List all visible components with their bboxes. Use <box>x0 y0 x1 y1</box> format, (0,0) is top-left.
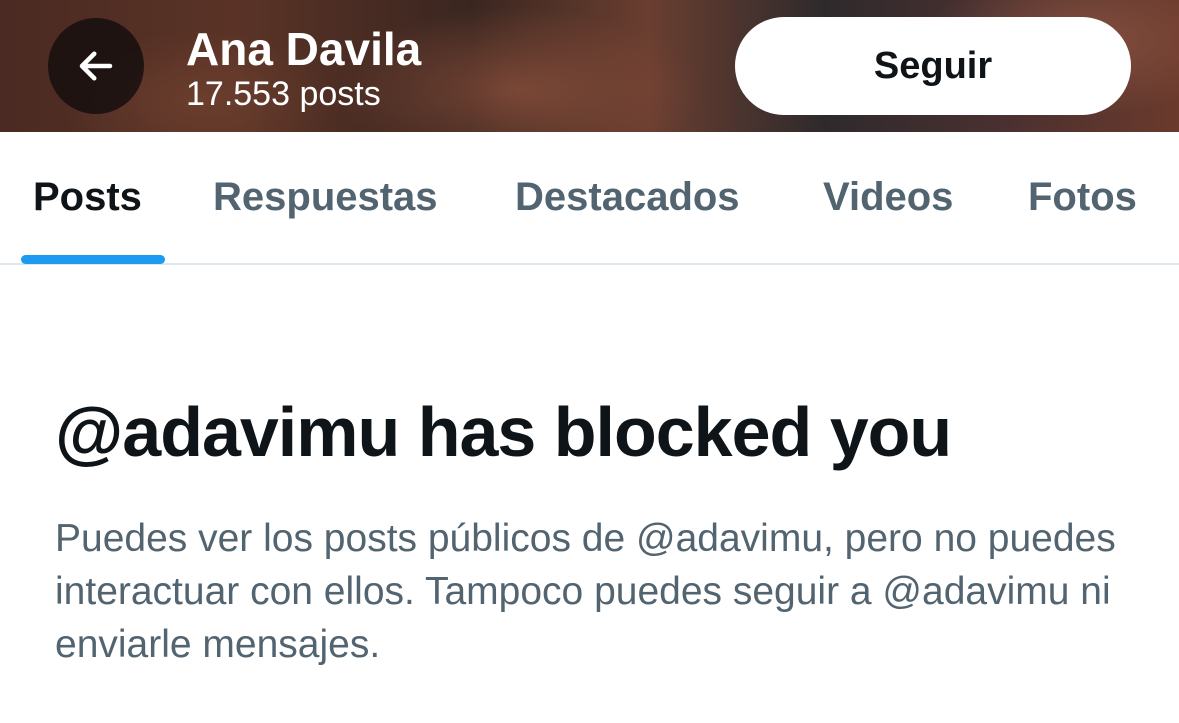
profile-name: Ana Davila <box>186 23 422 75</box>
arrow-left-icon <box>79 51 113 81</box>
tab-destacados[interactable]: Destacados <box>515 132 740 263</box>
tab-respuestas[interactable]: Respuestas <box>213 132 438 263</box>
tab-posts[interactable]: Posts <box>33 132 142 263</box>
post-count: 17.553 posts <box>186 75 381 113</box>
tab-fotos[interactable]: Fotos <box>1028 132 1137 263</box>
profile-header: Ana Davila 17.553 posts Seguir <box>0 0 1179 132</box>
active-tab-indicator <box>21 255 165 264</box>
tab-videos[interactable]: Videos <box>823 132 953 263</box>
blocked-title: @adavimu has blocked you <box>55 393 952 471</box>
follow-button[interactable]: Seguir <box>735 17 1131 115</box>
back-button[interactable] <box>48 18 144 114</box>
profile-tabs: Posts Respuestas Destacados Videos Fotos <box>0 132 1179 265</box>
blocked-description: Puedes ver los posts públicos de @adavim… <box>55 517 1116 666</box>
